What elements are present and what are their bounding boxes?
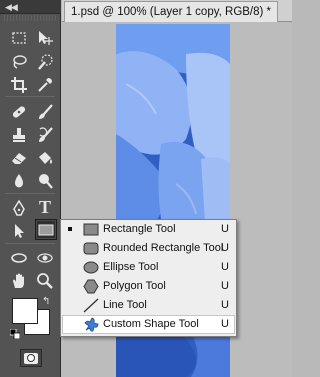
pen-icon[interactable] (8, 197, 30, 218)
3d-rotate-icon[interactable] (8, 247, 30, 268)
path-selection-icon[interactable] (8, 220, 30, 241)
eyedropper-icon[interactable] (34, 74, 56, 95)
tools-panel: ◀◀ T ↰ (0, 0, 61, 377)
swap-colors-icon[interactable]: ↰ (42, 296, 50, 307)
menu-item-polygon-tool[interactable]: Polygon Tool U (62, 277, 235, 296)
polygon-shape-icon (82, 278, 100, 295)
quick-selection-icon[interactable] (34, 51, 56, 72)
tools-panel-header[interactable]: ◀◀ (0, 0, 61, 14)
menu-item-rounded-rectangle-tool[interactable]: Rounded Rectangle Tool U (62, 239, 235, 258)
default-colors-icon[interactable] (9, 328, 21, 340)
spot-healing-brush-icon[interactable] (8, 101, 30, 122)
clone-stamp-icon[interactable] (8, 124, 30, 145)
collapse-panel-icon[interactable]: ◀◀ (5, 0, 18, 14)
zoom-icon[interactable] (34, 270, 56, 291)
shape-tools-flyout-menu: Rectangle Tool U Rounded Rectangle Tool … (60, 219, 237, 337)
document-tab-bar: 1.psd @ 100% (Layer 1 copy, RGB/8) * (62, 0, 292, 22)
eraser-icon[interactable] (8, 147, 30, 168)
toolbar-separator (5, 193, 55, 194)
rounded-rectangle-shape-icon (82, 240, 100, 257)
foreground-color-swatch[interactable] (12, 298, 38, 324)
type-icon[interactable]: T (34, 197, 56, 218)
paint-bucket-icon[interactable] (34, 147, 56, 168)
history-brush-icon[interactable] (34, 124, 56, 145)
quick-mask-button[interactable] (20, 349, 42, 367)
rectangular-marquee-icon[interactable] (8, 27, 30, 48)
dodge-icon[interactable] (34, 170, 56, 191)
toolbar-separator (5, 96, 55, 97)
menu-item-rectangle-tool[interactable]: Rectangle Tool U (62, 220, 235, 239)
ellipse-shape-icon (82, 259, 100, 276)
toolbar-separator (5, 243, 55, 244)
current-tool-bullet (68, 227, 72, 231)
menu-item-custom-shape-tool[interactable]: Custom Shape Tool U (62, 315, 235, 334)
lasso-icon[interactable] (8, 51, 30, 72)
panel-grip[interactable] (4, 15, 57, 21)
crop-icon[interactable] (8, 74, 30, 95)
move-icon[interactable] (34, 27, 56, 48)
rectangle-tool-icon[interactable] (35, 219, 57, 240)
brush-icon[interactable] (34, 101, 56, 122)
3d-orbit-icon[interactable] (34, 247, 56, 268)
menu-item-ellipse-tool[interactable]: Ellipse Tool U (62, 258, 235, 277)
rectangle-shape-icon (82, 221, 100, 238)
document-tab[interactable]: 1.psd @ 100% (Layer 1 copy, RGB/8) * (64, 1, 279, 22)
blur-icon[interactable] (8, 170, 30, 191)
menu-item-line-tool[interactable]: Line Tool U (62, 296, 235, 315)
custom-shape-icon (82, 316, 100, 333)
line-shape-icon (82, 297, 100, 314)
hand-icon[interactable] (8, 270, 30, 291)
quick-mask-icon (24, 352, 38, 364)
